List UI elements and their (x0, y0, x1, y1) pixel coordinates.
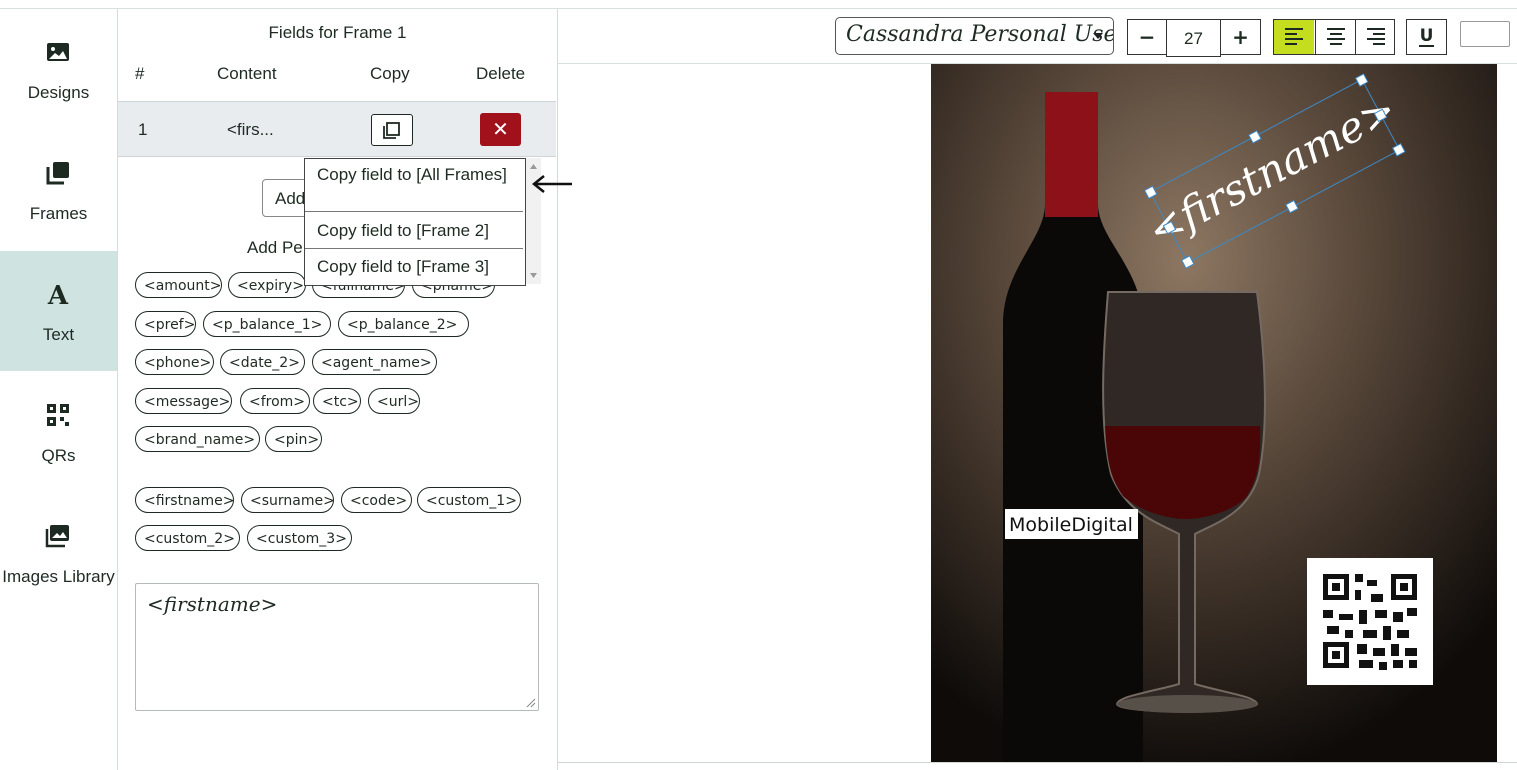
svg-text:U: U (1420, 26, 1434, 46)
increase-size-button[interactable]: + (1220, 19, 1261, 55)
underline-icon: U (1419, 26, 1434, 47)
tag-chip[interactable]: <date_2> (220, 349, 305, 375)
sidebar-item-text[interactable]: A Text (0, 251, 117, 371)
editor-content[interactable]: <firstname> (147, 592, 277, 616)
tag-chip[interactable]: <custom_3> (247, 525, 352, 551)
sidebar-item-label: Frames (29, 204, 88, 223)
tag-chip[interactable]: <firstname> (135, 487, 235, 513)
design-canvas[interactable]: MobileDigital <firstname> (931, 64, 1497, 762)
sidebar-item-frames[interactable]: Frames (0, 130, 117, 250)
wine-image: MobileDigital <firstname> (931, 64, 1497, 762)
sidebar-item-label: Designs (27, 83, 90, 102)
tag-chip[interactable]: <p_balance_1> (203, 311, 331, 337)
logo-text: MobileDigital (1009, 514, 1133, 536)
tag-chip[interactable]: <surname> (241, 487, 335, 513)
sidebar-item-qrs[interactable]: QRs (0, 372, 117, 492)
sidebar-item-label: Text (42, 325, 75, 344)
bottle-capsule (1045, 92, 1098, 217)
sidebar-item-label: QRs (41, 446, 76, 465)
align-left-icon (1285, 28, 1303, 45)
images-library-icon (45, 525, 69, 548)
tag-chip[interactable]: <message> (135, 388, 232, 414)
add-personalization-label: Add Pe (247, 238, 303, 257)
tag-chip[interactable]: <agent_name> (312, 349, 437, 375)
copy-button[interactable] (371, 114, 413, 146)
table-row[interactable]: 1 <firs... ✕ (118, 101, 556, 157)
tag-chip[interactable]: <code> (341, 487, 412, 513)
tag-chip[interactable]: <custom_2> (135, 525, 240, 551)
font-family-select[interactable]: Cassandra Personal Use (835, 17, 1114, 55)
sidebar-item-images-library[interactable]: Images Library (0, 493, 117, 613)
tag-chip[interactable]: <from> (240, 388, 310, 414)
align-center-button[interactable] (1315, 20, 1356, 54)
align-left-button[interactable] (1274, 20, 1314, 54)
tag-chip[interactable]: <p_balance_2> (338, 311, 469, 337)
align-right-button[interactable] (1355, 20, 1396, 54)
row-content: <firs... (227, 120, 274, 139)
qr-icon (47, 404, 69, 426)
tag-chip[interactable]: <pin> (265, 426, 322, 452)
decrease-size-button[interactable]: − (1127, 19, 1167, 55)
panel-title: Fields for Frame 1 (268, 23, 407, 42)
font-select-value: Cassandra Personal Use (846, 22, 1114, 47)
sidebar-item-label: Images Library (2, 567, 115, 586)
sidebar-item-designs[interactable]: Designs (0, 9, 117, 129)
tag-chip[interactable]: <amount> (135, 272, 222, 298)
delete-button[interactable]: ✕ (480, 113, 521, 146)
column-header-number: # (135, 64, 145, 83)
text-editor[interactable]: <firstname> (135, 583, 539, 711)
copy-icon (383, 122, 400, 139)
copy-to-frame-3-option[interactable]: Copy field to [Frame 3] (305, 249, 523, 285)
column-header-content: Content (217, 64, 277, 83)
frames-icon (46, 162, 69, 185)
chevron-down-icon (1093, 33, 1103, 39)
text-align-group (1273, 19, 1395, 55)
close-icon: ✕ (492, 117, 509, 141)
text-color-picker[interactable] (1460, 21, 1510, 47)
align-right-icon (1367, 28, 1385, 45)
underline-button[interactable]: U (1406, 19, 1447, 55)
column-header-copy: Copy (370, 64, 410, 83)
tag-chip[interactable]: <custom_1> (417, 487, 521, 513)
tag-chip[interactable]: <expiry> (228, 272, 306, 298)
svg-text:A: A (47, 281, 69, 307)
copy-to-all-frames-option[interactable]: Copy field to [All Frames] (305, 166, 523, 212)
text-icon: A (47, 281, 69, 307)
font-size-input[interactable]: 27 (1166, 19, 1221, 57)
tag-chip[interactable]: <brand_name> (135, 426, 260, 452)
align-center-icon (1327, 28, 1345, 45)
column-header-delete: Delete (476, 64, 526, 83)
canvas-bottom-divider (558, 762, 1517, 763)
left-arrow-icon (531, 175, 572, 193)
copy-to-frame-2-option[interactable]: Copy field to [Frame 2] (305, 212, 523, 249)
resize-handle-icon[interactable] (526, 698, 536, 708)
image-icon (47, 43, 69, 61)
copy-field-dropdown: Copy field to [All Frames] Copy field to… (304, 158, 526, 286)
tag-chip[interactable]: <url> (368, 388, 420, 414)
row-number: 1 (138, 120, 148, 139)
fields-panel: Fields for Frame 1 # Content Copy Delete… (118, 9, 558, 770)
left-sidebar: Designs Frames A Text QRs Images Library (0, 9, 118, 770)
tag-chip[interactable]: <tc> (313, 388, 361, 414)
tag-chip[interactable]: <pref> (135, 311, 196, 337)
tag-chip[interactable]: <phone> (135, 349, 214, 375)
